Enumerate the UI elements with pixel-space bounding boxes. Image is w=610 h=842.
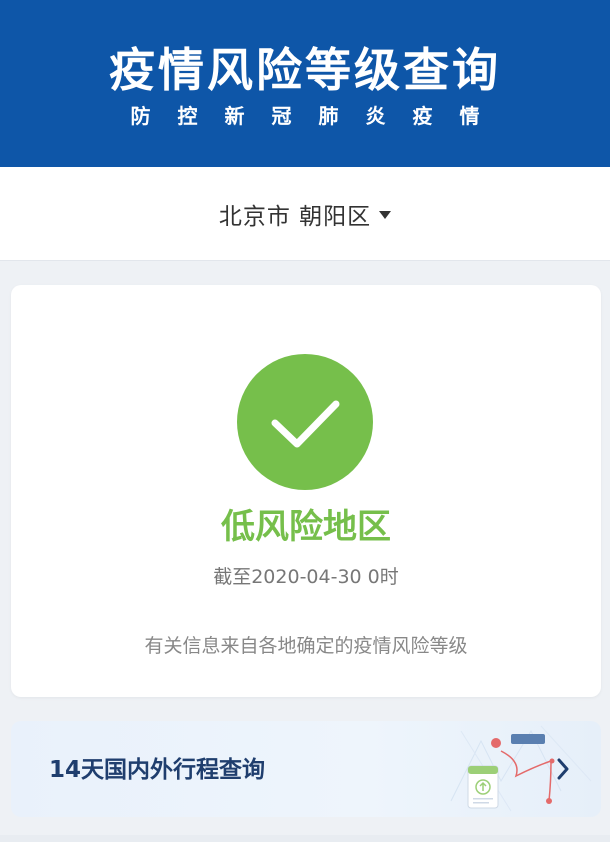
region-selector[interactable]: 北京市 朝阳区 xyxy=(0,167,610,261)
trip-query-banner[interactable]: 14天国内外行程查询 xyxy=(11,721,601,817)
source-note: 有关信息来自各地确定的疫情风险等级 xyxy=(144,635,468,657)
page-title: 疫情风险等级查询 xyxy=(109,43,501,97)
risk-level-label: 低风险地区 xyxy=(221,507,391,547)
app-header: 疫情风险等级查询 防 控 新 冠 肺 炎 疫 情 xyxy=(0,0,610,167)
subtitle-char: 肺 xyxy=(318,104,339,128)
page-subtitle: 防 控 新 冠 肺 炎 疫 情 xyxy=(0,104,610,128)
travel-map-illustration xyxy=(450,725,592,812)
chevron-right-icon xyxy=(557,758,569,780)
check-circle-icon xyxy=(237,354,373,490)
risk-result-card: 低风险地区 截至2020-04-30 0时 有关信息来自各地确定的疫情风险等级 xyxy=(11,285,601,697)
caret-down-icon xyxy=(379,210,392,219)
subtitle-char: 控 xyxy=(177,104,198,128)
subtitle-char: 情 xyxy=(459,104,480,128)
bottom-divider xyxy=(0,835,610,842)
subtitle-char: 防 xyxy=(130,104,151,128)
region-label: 北京市 朝阳区 xyxy=(218,203,372,230)
as-of-timestamp: 截至2020-04-30 0时 xyxy=(213,566,399,588)
subtitle-char: 炎 xyxy=(365,104,386,128)
subtitle-char: 疫 xyxy=(412,104,433,128)
subtitle-char: 新 xyxy=(224,104,245,128)
trip-query-label: 14天国内外行程查询 xyxy=(49,757,266,783)
subtitle-char: 冠 xyxy=(271,104,292,128)
